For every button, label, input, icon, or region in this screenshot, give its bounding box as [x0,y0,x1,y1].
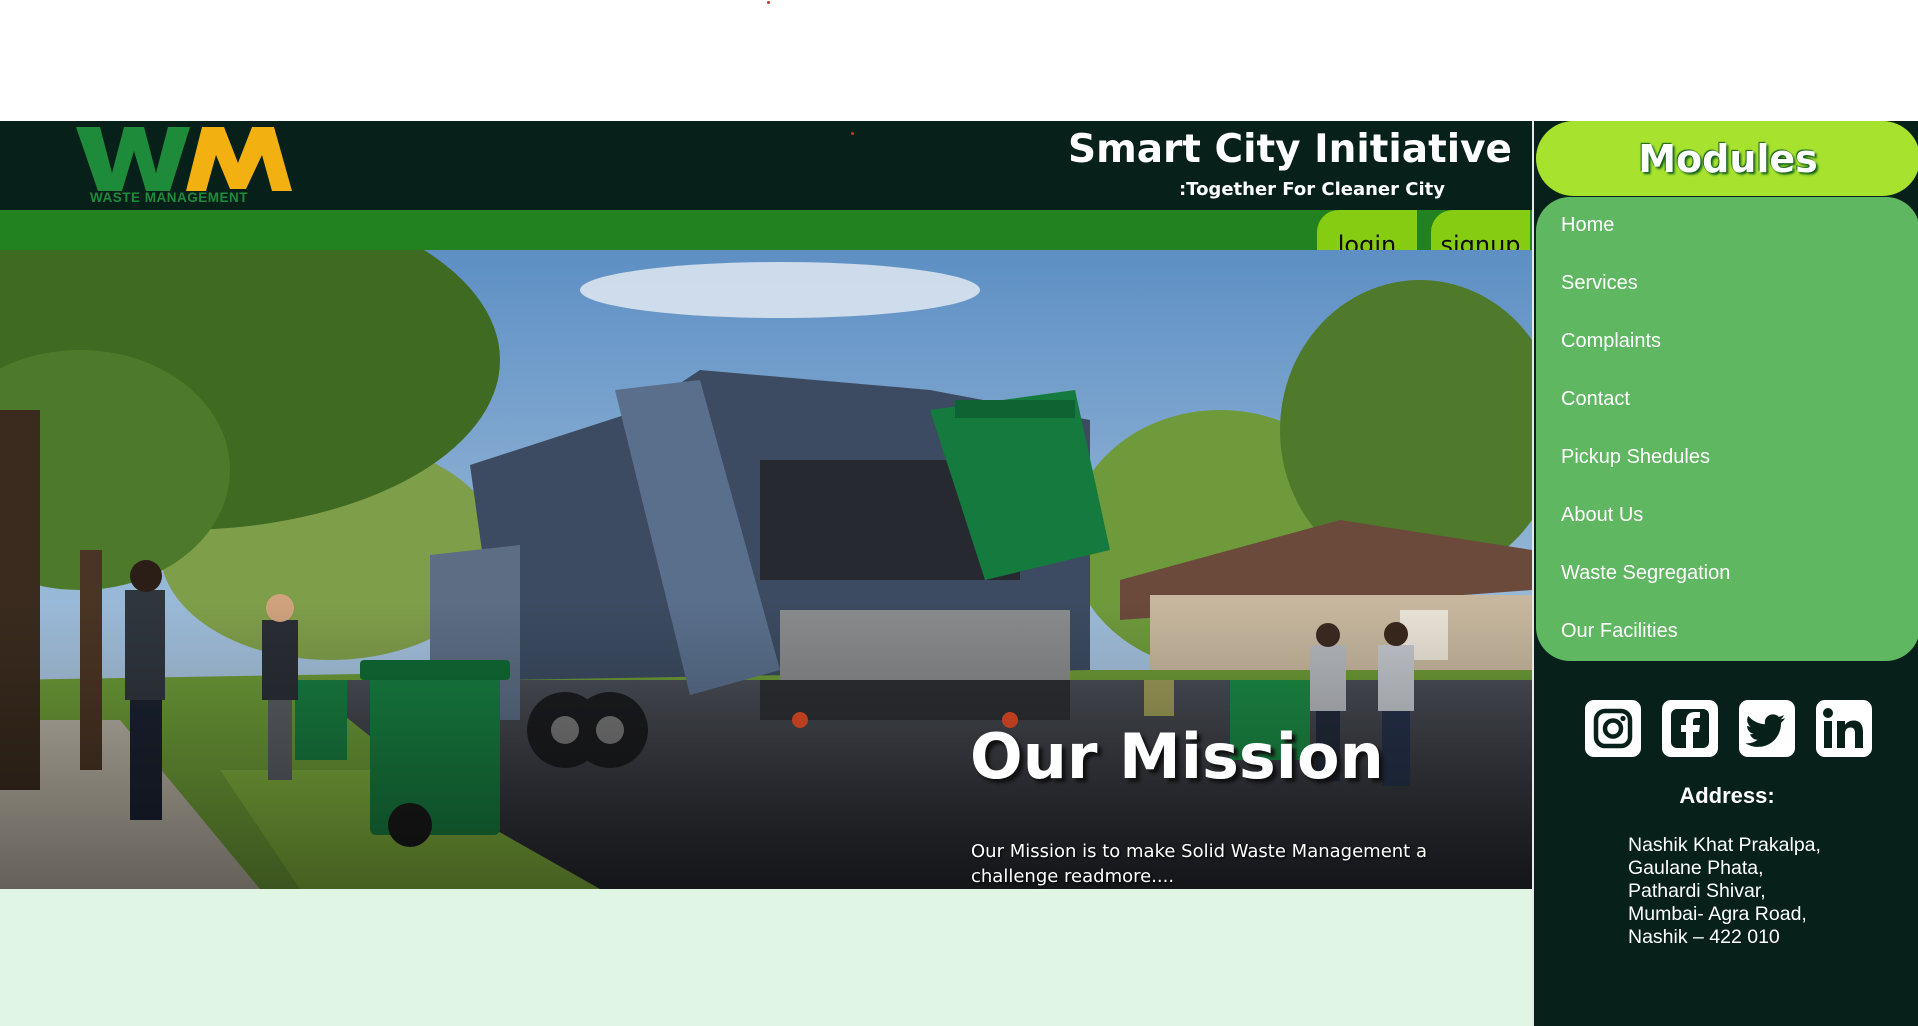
stray-dot [767,1,770,4]
address-line: Nashik Khat Prakalpa, [1628,834,1821,856]
address-line: Pathardi Shivar, [1628,880,1766,902]
linkedin-icon[interactable] [1816,700,1872,757]
address-block: Nashik Khat Prakalpa, Gaulane Phata, Pat… [1628,834,1821,949]
twitter-icon[interactable] [1739,700,1795,757]
menu-item-our-facilities[interactable]: Our Facilities [1561,620,1678,643]
logo-caption: WASTE MANAGEMENT [90,190,248,205]
menu-item-about-us[interactable]: About Us [1561,504,1643,527]
menu-item-contact[interactable]: Contact [1561,388,1630,411]
mission-readmore-link[interactable]: Our Mission is to make Solid Waste Manag… [971,839,1516,889]
nav-strip [0,210,1532,250]
mission-title: Our Mission [970,720,1384,793]
content-area [0,889,1532,1026]
facebook-icon[interactable] [1662,700,1718,757]
modules-header: Modules [1536,121,1918,196]
address-line: Nashik – 422 010 [1628,926,1780,948]
menu-item-waste-segregation[interactable]: Waste Segregation [1561,562,1730,585]
menu-item-home[interactable]: Home [1561,214,1614,237]
menu-item-pickup-schedules[interactable]: Pickup Shedules [1561,446,1710,469]
site-title: Smart City Initiative [1068,127,1512,172]
hero-banner: Our Mission Our Mission is to make Solid… [0,250,1532,889]
modules-sidebar: Modules Home Services Complaints Contact… [1532,121,1918,1026]
garbage-truck-photo [0,250,1532,889]
menu-item-complaints[interactable]: Complaints [1561,330,1661,353]
modules-title: Modules [1638,136,1818,181]
address-heading: Address: [1679,783,1775,808]
site-header: WASTE MANAGEMENT Smart City Initiative :… [0,121,1532,210]
modules-menu: Home Services Complaints Contact Pickup … [1536,197,1918,661]
address-line: Mumbai- Agra Road, [1628,903,1807,925]
social-links [1585,700,1885,757]
top-blank-area [0,0,1918,121]
instagram-icon[interactable] [1585,700,1641,757]
menu-item-services[interactable]: Services [1561,272,1638,295]
address-line: Gaulane Phata, [1628,857,1764,879]
page: WASTE MANAGEMENT Smart City Initiative :… [0,0,1918,1026]
site-tagline: :Together For Cleaner City [1178,179,1445,200]
stray-dot [851,132,854,135]
